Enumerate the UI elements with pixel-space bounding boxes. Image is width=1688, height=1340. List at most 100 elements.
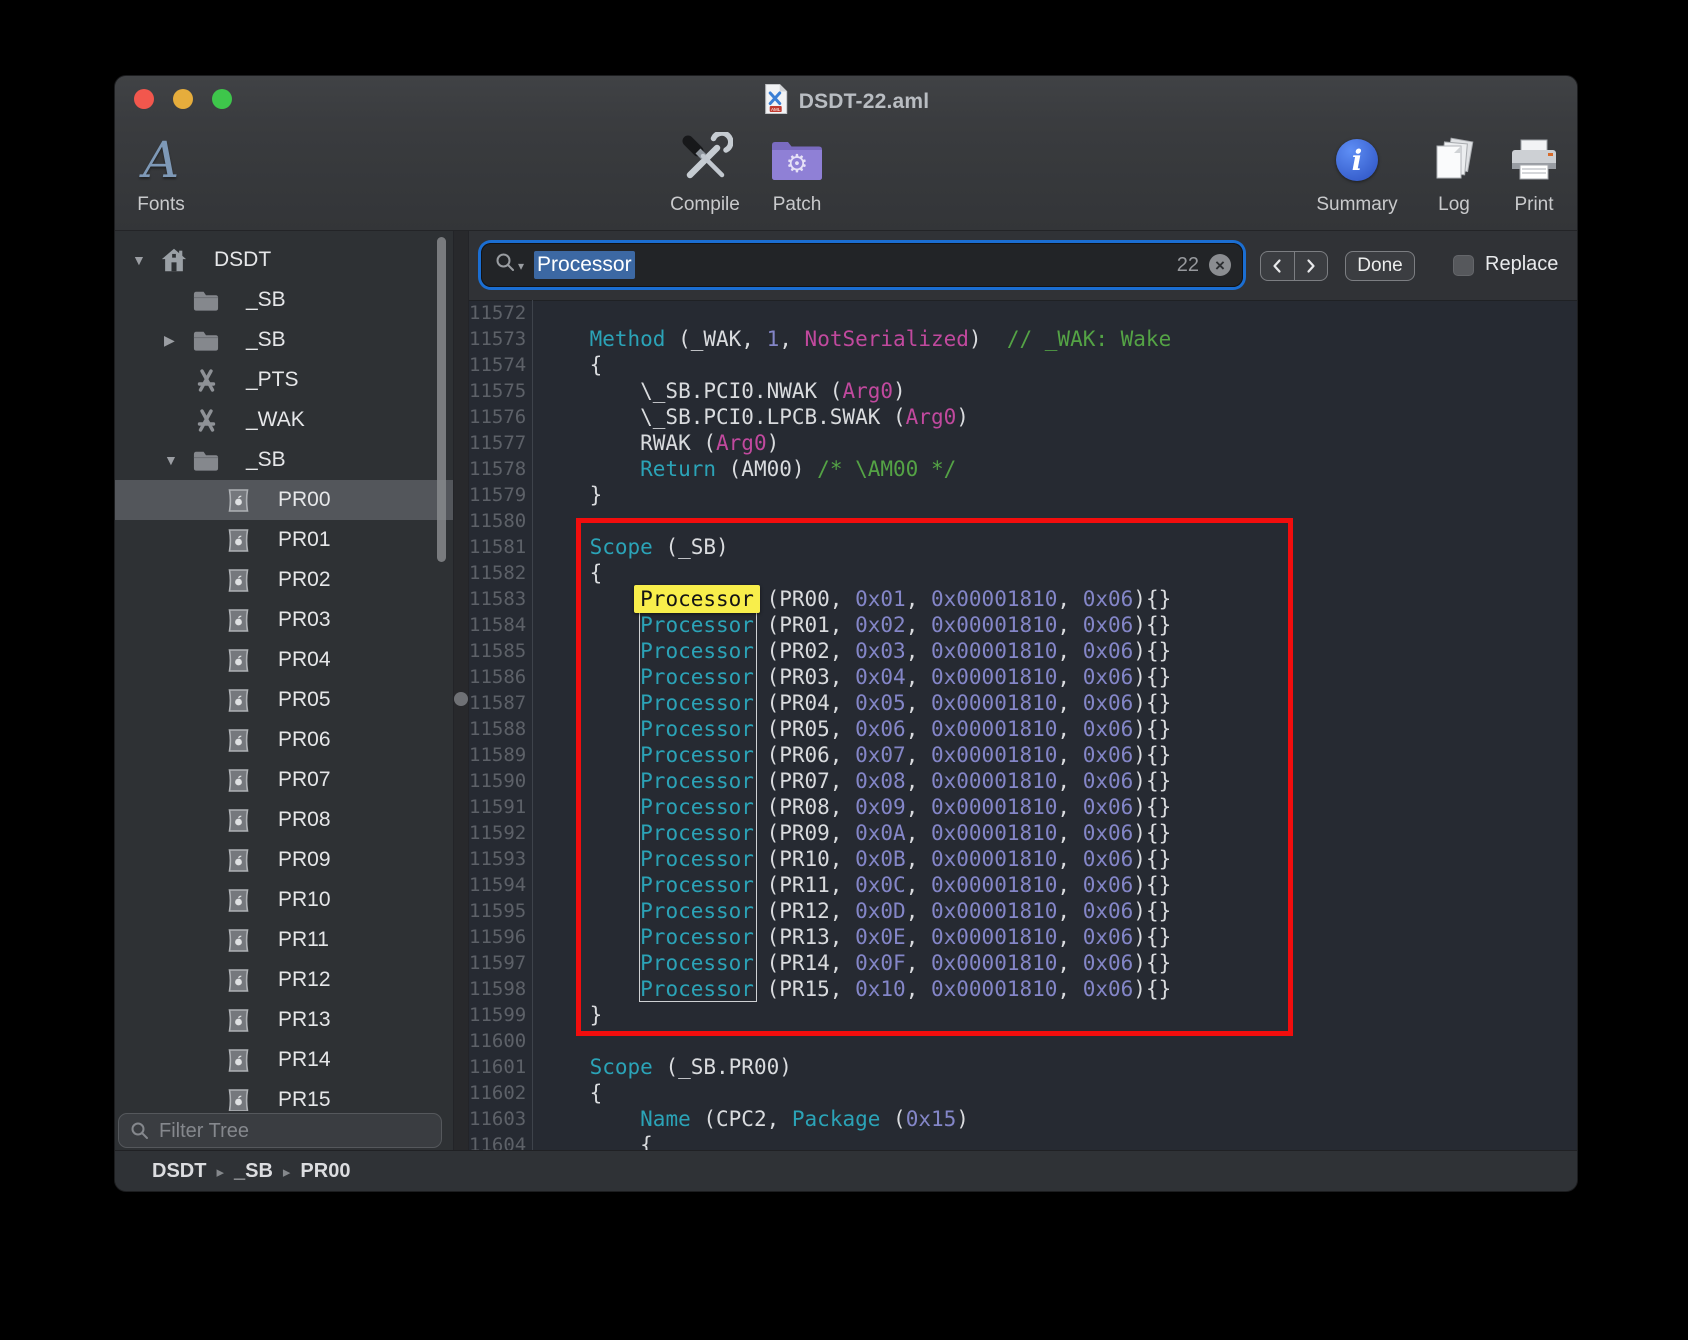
tree-item-label: PR08 [278,808,331,832]
filter-tree-input[interactable] [157,1114,435,1149]
code-line[interactable]: 11594 Processor (PR11, 0x0C, 0x00001810,… [469,872,1577,898]
code-line[interactable]: 11596 Processor (PR13, 0x0E, 0x00001810,… [469,924,1577,950]
code-line[interactable]: 11575 \_SB.PCI0.NWAK (Arg0) [469,378,1577,404]
sidebar-item-_pts[interactable]: _PTS [115,360,453,400]
disclosure-triangle-icon[interactable]: ▼ [161,452,192,468]
line-number: 11574 [469,352,533,378]
editor-pane: ▾ Processor 22 × Done [469,231,1577,1151]
titlebar[interactable]: AML DSDT-22.aml [115,76,1577,122]
next-match-button[interactable] [1295,252,1328,280]
sidebar-item-pr11[interactable]: PR11 [115,920,453,960]
code-line[interactable]: 11595 Processor (PR12, 0x0D, 0x00001810,… [469,898,1577,924]
code-line[interactable]: 11599 } [469,1002,1577,1028]
toolbar-item-patch[interactable]: ⚙Patch [742,128,852,216]
code-line[interactable]: 11579 } [469,482,1577,508]
pane-divider[interactable] [453,231,469,1151]
clear-search-button[interactable]: × [1209,254,1231,276]
sidebar-item-_sb[interactable]: _SB [115,280,453,320]
code-text: { [533,560,602,586]
sidebar-item-_sb[interactable]: ▶_SB [115,320,453,360]
breadcrumb-item-pr00[interactable]: PR00 [300,1160,350,1183]
code-line[interactable]: 11578 Return (AM00) /* \AM00 */ [469,456,1577,482]
code-line[interactable]: 11586 Processor (PR03, 0x04, 0x00001810,… [469,664,1577,690]
code-line[interactable]: 11590 Processor (PR07, 0x08, 0x00001810,… [469,768,1577,794]
disclosure-triangle-icon[interactable]: ▶ [161,332,192,349]
breadcrumb-item-_sb[interactable]: _SB [234,1160,273,1183]
sidebar-item-_wak[interactable]: _WAK [115,400,453,440]
code-line[interactable]: 11604 { [469,1132,1577,1151]
code-line[interactable]: 11583 Processor (PR00, 0x01, 0x00001810,… [469,586,1577,612]
sidebar-item-pr02[interactable]: PR02 [115,560,453,600]
code-line[interactable]: 11600 [469,1028,1577,1054]
minimize-button[interactable] [173,89,193,109]
code-line[interactable]: 11593 Processor (PR10, 0x0B, 0x00001810,… [469,846,1577,872]
sidebar-item-pr10[interactable]: PR10 [115,880,453,920]
search-match: Processor [640,847,754,871]
code-line[interactable]: 11587 Processor (PR04, 0x05, 0x00001810,… [469,690,1577,716]
code-line[interactable]: 11598 Processor (PR15, 0x10, 0x00001810,… [469,976,1577,1002]
sidebar-item-pr08[interactable]: PR08 [115,800,453,840]
processor-icon [225,767,252,794]
sidebar-item-dsdt[interactable]: ▼DSDT [115,240,453,280]
toolbar-item-fonts[interactable]: AFonts [114,128,216,216]
splitter-handle[interactable] [454,692,468,706]
code-line[interactable]: 11589 Processor (PR06, 0x07, 0x00001810,… [469,742,1577,768]
tree-item-label: PR07 [278,768,331,792]
code-line[interactable]: 11581 Scope (_SB) [469,534,1577,560]
navigation-tree[interactable]: ▼DSDT_SB▶_SB_PTS_WAK▼_SBPR00PR01PR02PR03… [115,240,453,1111]
filter-tree-field[interactable] [118,1113,442,1148]
processor-icon [225,887,252,914]
sidebar-item-pr09[interactable]: PR09 [115,840,453,880]
code-line[interactable]: 11585 Processor (PR02, 0x03, 0x00001810,… [469,638,1577,664]
code-line[interactable]: 11580 [469,508,1577,534]
code-text: Processor (PR00, 0x01, 0x00001810, 0x06)… [533,586,1171,612]
disclosure-triangle-icon[interactable]: ▼ [129,252,160,268]
find-input[interactable]: ▾ Processor 22 × [481,243,1243,287]
code-line[interactable]: 11572 [469,300,1577,326]
code-line[interactable]: 11603 Name (CPC2, Package (0x15) [469,1106,1577,1132]
line-number: 11573 [469,326,533,352]
sidebar-scrollbar-thumb[interactable] [437,237,446,562]
window-title: DSDT-22.aml [799,90,930,114]
code-text: { [533,1080,602,1106]
code-line[interactable]: 11597 Processor (PR14, 0x0F, 0x00001810,… [469,950,1577,976]
breadcrumb-separator-icon: ▸ [283,1161,291,1181]
sidebar-item-pr14[interactable]: PR14 [115,1040,453,1080]
code-line[interactable]: 11574 { [469,352,1577,378]
sidebar-item-pr12[interactable]: PR12 [115,960,453,1000]
svg-text:AML: AML [771,107,781,112]
close-button[interactable] [134,89,154,109]
code-line[interactable]: 11602 { [469,1080,1577,1106]
sidebar-item-pr01[interactable]: PR01 [115,520,453,560]
sidebar-item-pr06[interactable]: PR06 [115,720,453,760]
search-match-current: Processor [634,585,760,613]
sidebar-item-_sb[interactable]: ▼_SB [115,440,453,480]
code-line[interactable]: 11576 \_SB.PCI0.LPCB.SWAK (Arg0) [469,404,1577,430]
code-line[interactable]: 11584 Processor (PR01, 0x02, 0x00001810,… [469,612,1577,638]
sidebar-item-pr13[interactable]: PR13 [115,1000,453,1040]
sidebar-item-pr07[interactable]: PR07 [115,760,453,800]
replace-label[interactable]: Replace [1485,253,1558,276]
sidebar-item-pr05[interactable]: PR05 [115,680,453,720]
sidebar-item-pr03[interactable]: PR03 [115,600,453,640]
code-line[interactable]: 11582 { [469,560,1577,586]
done-button[interactable]: Done [1345,251,1415,281]
sidebar-item-pr00[interactable]: PR00 [115,480,453,520]
previous-match-button[interactable] [1261,252,1295,280]
toolbar-item-print[interactable]: Print [1479,128,1578,216]
sidebar-item-pr15[interactable]: PR15 [115,1080,453,1111]
replace-checkbox[interactable] [1453,255,1474,276]
zoom-button[interactable] [212,89,232,109]
code-line[interactable]: 11573 Method (_WAK, 1, NotSerialized) //… [469,326,1577,352]
code-view[interactable]: 1157211573 Method (_WAK, 1, NotSerialize… [469,300,1577,1151]
document-icon[interactable]: AML [763,83,789,120]
code-line[interactable]: 11601 Scope (_SB.PR00) [469,1054,1577,1080]
sidebar-item-pr04[interactable]: PR04 [115,640,453,680]
breadcrumb-item-dsdt[interactable]: DSDT [152,1160,206,1183]
search-scope-chevron-icon[interactable]: ▾ [518,259,524,273]
code-line[interactable]: 11591 Processor (PR08, 0x09, 0x00001810,… [469,794,1577,820]
toolbar-item-summary[interactable]: iSummary [1302,128,1412,216]
code-line[interactable]: 11592 Processor (PR09, 0x0A, 0x00001810,… [469,820,1577,846]
code-line[interactable]: 11588 Processor (PR05, 0x06, 0x00001810,… [469,716,1577,742]
code-line[interactable]: 11577 RWAK (Arg0) [469,430,1577,456]
